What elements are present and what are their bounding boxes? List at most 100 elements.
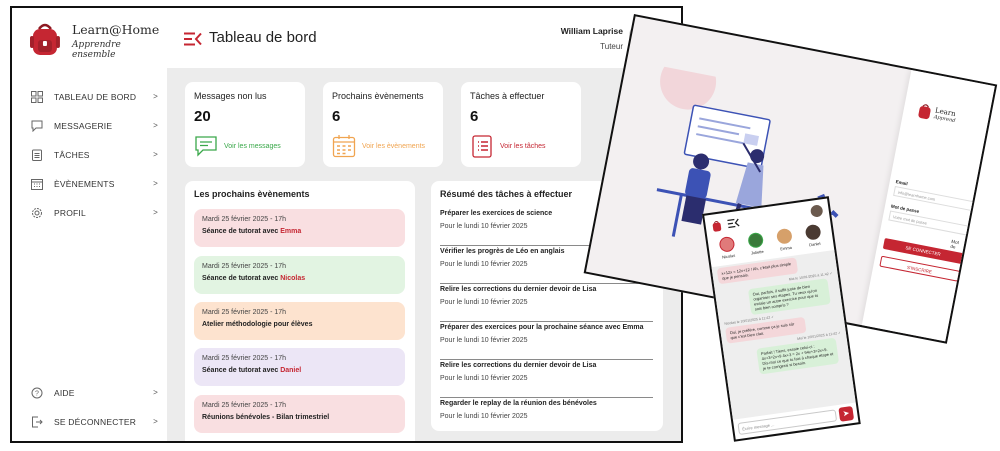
- sidebar-item-label: PROFIL: [54, 207, 86, 218]
- logout-icon: [30, 415, 44, 429]
- contact-item[interactable]: Nicolas: [718, 235, 736, 264]
- login-brand: Learn Apprend: [916, 102, 957, 125]
- task-due: Pour le lundi 10 février 2025: [440, 375, 528, 382]
- contact-item[interactable]: Juliette: [747, 231, 765, 260]
- sidebar-item-logout[interactable]: SE DÉCONNECTER >: [30, 407, 158, 436]
- task-title: Relire les corrections du dernier devoir…: [440, 286, 597, 293]
- stat-title: Prochains èvènements: [332, 91, 424, 101]
- contact-item[interactable]: Emma: [775, 227, 794, 256]
- user-info: William Laprise Tuteur: [561, 26, 623, 51]
- sidebar-item-events[interactable]: ÈVÈNEMENTS >: [30, 169, 158, 198]
- view-messages-link[interactable]: Voir les messages: [194, 134, 281, 158]
- event-student: Emma: [280, 228, 302, 235]
- view-tasks-link[interactable]: Voir les tâches: [470, 134, 546, 158]
- stat-card-messages: Messages non lus 20 Voir les messages: [185, 82, 305, 167]
- sidebar-item-dashboard[interactable]: TABLEAU DE BORD >: [30, 82, 158, 111]
- calendar-icon: [332, 135, 356, 158]
- contact-name: Juliette: [750, 248, 764, 256]
- avatar: [718, 235, 736, 253]
- stat-value: 20: [194, 108, 211, 125]
- message-icon: [30, 119, 44, 133]
- event-title: Séance de tutorat avec: [202, 228, 281, 235]
- password-field[interactable]: Votre mot de passe: [888, 210, 969, 236]
- chevron-right-icon: >: [153, 92, 158, 101]
- stat-value: 6: [332, 108, 341, 125]
- brand-logo[interactable]: Learn@Home Apprendre ensemble: [30, 22, 167, 60]
- event-item[interactable]: [194, 441, 405, 443]
- event-title: Séance de tutorat avec: [202, 367, 281, 374]
- stat-link-label: Voir les messages: [224, 142, 281, 150]
- avatar: [804, 223, 822, 241]
- task-item[interactable]: Regarder le replay de la réunion des bén…: [440, 398, 653, 431]
- avatar[interactable]: [809, 204, 824, 218]
- clipboard-icon: [472, 135, 492, 158]
- stat-link-label: Voir les tâches: [500, 142, 546, 150]
- event-student: Nicolas: [280, 275, 306, 282]
- stat-card-events: Prochains èvènements 6 Voir les èvènemen…: [323, 82, 443, 167]
- email-label: Email: [895, 179, 909, 187]
- sidebar-item-label: AIDE: [54, 387, 75, 398]
- composite-stage: Learn@Home Apprendre ensemble TABLEAU DE…: [0, 0, 1000, 451]
- sidebar-item-label: TABLEAU DE BORD: [54, 91, 137, 102]
- event-date: Mardi 25 février 2025 - 17h: [202, 263, 287, 270]
- stat-card-tasks: Tâches à effectuer 6 Voir les tâches: [461, 82, 581, 167]
- sidebar-item-label: MESSAGERIE: [54, 120, 113, 131]
- task-item[interactable]: Préparer des exercices pour la prochaine…: [440, 322, 653, 360]
- avatar: [775, 227, 793, 245]
- events-panel: Les prochains èvènements Mardi 25 févrie…: [185, 181, 415, 443]
- task-title: Préparer des exercices pour la prochaine…: [440, 324, 644, 331]
- chevron-right-icon: >: [153, 388, 158, 397]
- chevron-right-icon: >: [153, 208, 158, 217]
- event-student: Daniel: [280, 367, 302, 374]
- event-item[interactable]: Mardi 25 février 2025 - 17h Atelier méth…: [194, 302, 405, 340]
- chevron-right-icon: >: [153, 417, 158, 426]
- event-item[interactable]: Mardi 25 février 2025 - 17h Séance de tu…: [194, 256, 405, 294]
- event-date: Mardi 25 février 2025 - 17h: [202, 216, 287, 223]
- clipboard-icon: [30, 148, 44, 162]
- contact-name: Daniel: [808, 240, 821, 248]
- view-events-link[interactable]: Voir les èvènements: [332, 134, 425, 158]
- sidebar: Learn@Home Apprendre ensemble TABLEAU DE…: [12, 8, 167, 441]
- events-panel-title: Les prochains èvènements: [194, 189, 310, 199]
- task-item[interactable]: Relire les corrections du dernier devoir…: [440, 284, 653, 322]
- sidebar-item-tasks[interactable]: TÂCHES >: [30, 140, 158, 169]
- chevron-right-icon: >: [153, 179, 158, 188]
- sidebar-item-help[interactable]: ? AIDE >: [30, 378, 158, 407]
- collapse-menu-icon[interactable]: [727, 218, 740, 229]
- svg-text:?: ?: [35, 390, 39, 397]
- backpack-logo-icon: [712, 221, 722, 232]
- dashboard-window: Learn@Home Apprendre ensemble TABLEAU DE…: [10, 6, 683, 443]
- avatar: [747, 231, 765, 249]
- tasks-panel-title: Résumé des tâches à effectuer: [440, 189, 573, 199]
- backpack-logo-icon: [918, 104, 931, 120]
- backpack-logo-icon: [30, 23, 60, 55]
- send-icon[interactable]: ➤: [838, 405, 855, 422]
- forgot-password-link[interactable]: Mot de: [950, 239, 965, 251]
- collapse-menu-icon[interactable]: [184, 32, 202, 46]
- task-title: Relire les corrections du dernier devoir…: [440, 362, 597, 369]
- stat-value: 6: [470, 108, 479, 125]
- user-name: William Laprise: [560, 26, 623, 36]
- chevron-right-icon: >: [153, 121, 158, 130]
- stat-link-label: Voir les èvènements: [362, 142, 426, 150]
- event-date: Mardi 25 février 2025 - 17h: [202, 309, 287, 316]
- sidebar-bottom-nav: ? AIDE > SE DÉCONNECTER >: [30, 378, 158, 436]
- contact-item[interactable]: Daniel: [804, 223, 823, 252]
- contact-name: Nicolas: [721, 252, 736, 260]
- dashboard-icon: [30, 90, 44, 104]
- contact-name: Emma: [779, 244, 793, 252]
- user-role: Tuteur: [600, 42, 623, 51]
- task-item[interactable]: Relire les corrections du dernier devoir…: [440, 360, 653, 398]
- task-due: Pour le lundi 10 février 2025: [440, 299, 528, 306]
- event-item[interactable]: Mardi 25 février 2025 - 17h Séance de tu…: [194, 209, 405, 247]
- sidebar-item-label: SE DÉCONNECTER: [54, 416, 137, 427]
- header: Tableau de bord William Laprise Tuteur: [167, 8, 681, 68]
- event-date: Mardi 25 février 2025 - 17h: [202, 402, 287, 409]
- sidebar-item-messaging[interactable]: MESSAGERIE >: [30, 111, 158, 140]
- calendar-icon: [30, 177, 44, 191]
- task-due: Pour le lundi 10 février 2025: [440, 413, 528, 420]
- chevron-right-icon: >: [153, 150, 158, 159]
- event-item[interactable]: Mardi 25 février 2025 - 17h Séance de tu…: [194, 348, 405, 386]
- sidebar-item-profile[interactable]: PROFIL >: [30, 198, 158, 227]
- event-item[interactable]: Mardi 25 février 2025 - 17h Réunions bén…: [194, 395, 405, 433]
